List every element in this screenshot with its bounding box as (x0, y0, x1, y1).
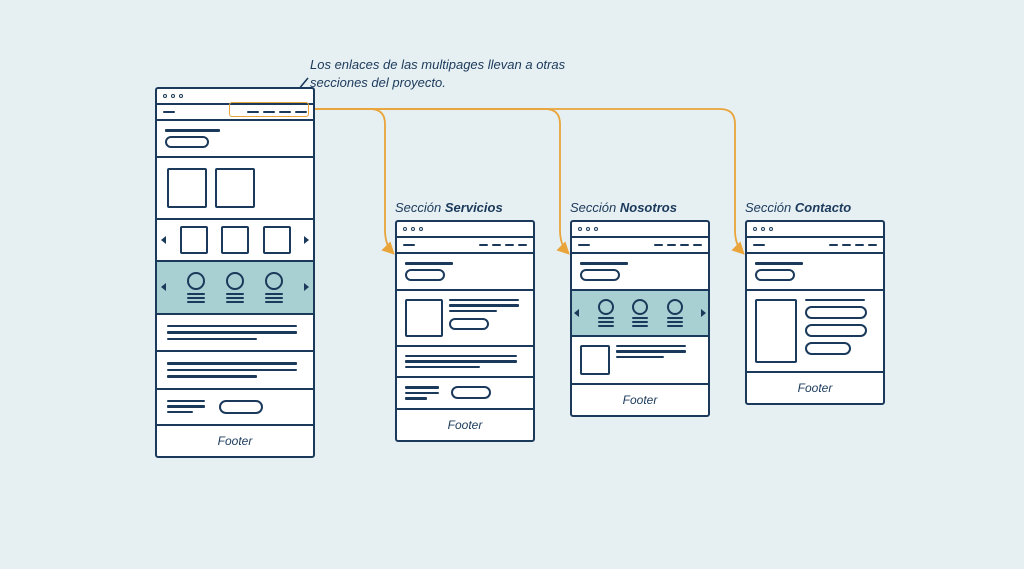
cta-button[interactable] (449, 318, 489, 330)
tile (221, 226, 249, 254)
label-servicios: Sección Servicios (395, 200, 503, 215)
submit-button[interactable] (805, 342, 851, 355)
tile (167, 168, 207, 208)
chevron-left-icon[interactable] (161, 283, 166, 291)
tile (263, 226, 291, 254)
form-field[interactable] (805, 324, 867, 337)
label-nosotros: Sección Nosotros (570, 200, 677, 215)
annotation-text: Los enlaces de las multipages llevan a o… (310, 56, 610, 91)
text-block (157, 313, 313, 351)
chevron-left-icon[interactable] (161, 236, 166, 244)
window-dots (157, 89, 313, 103)
chevron-right-icon[interactable] (701, 309, 706, 317)
chevron-right-icon[interactable] (304, 283, 309, 291)
form-field[interactable] (805, 306, 867, 319)
text-block (157, 350, 313, 388)
wireframe-servicios: Footer (395, 220, 535, 442)
cta-button[interactable] (451, 386, 491, 399)
hero-block (157, 119, 313, 156)
nav-links-highlight (229, 102, 309, 117)
cta-button[interactable] (219, 400, 263, 414)
logo-mark (163, 111, 175, 114)
label-contacto: Sección Contacto (745, 200, 851, 215)
tile (180, 226, 208, 254)
chevron-left-icon[interactable] (574, 309, 579, 317)
wireframe-home: Footer (155, 87, 315, 458)
chevron-right-icon[interactable] (304, 236, 309, 244)
two-tiles (157, 156, 313, 218)
footer-block: Footer (157, 424, 313, 456)
wireframe-contacto: Footer (745, 220, 885, 405)
square-carousel (157, 218, 313, 260)
tile (215, 168, 255, 208)
teal-carousel (157, 260, 313, 313)
cta-row (157, 388, 313, 424)
wireframe-nosotros: Footer (570, 220, 710, 417)
